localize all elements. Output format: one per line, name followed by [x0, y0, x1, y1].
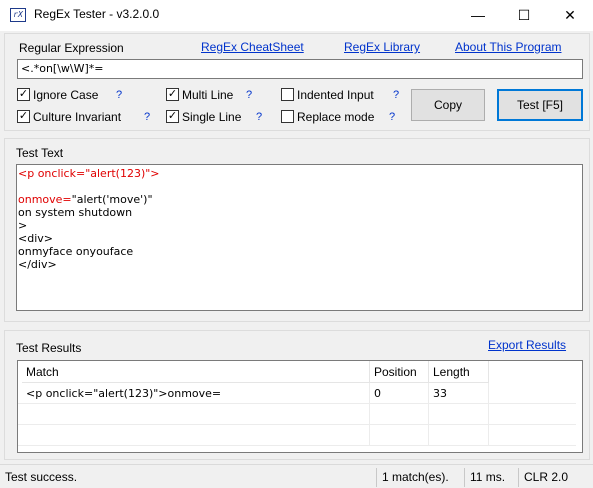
column-header-length[interactable]: Length [429, 361, 489, 383]
highlighted-match: onmove= [18, 193, 72, 206]
culture-invariant-label: Culture Invariant [33, 110, 122, 124]
column-header-position[interactable]: Position [370, 361, 429, 383]
position-cell: 0 [370, 383, 429, 404]
test-text-line [18, 180, 581, 193]
about-program-link[interactable]: About This Program [455, 40, 562, 54]
indented-input-checkbox[interactable] [281, 88, 294, 101]
test-text-line: onmyface onyouface [18, 245, 134, 258]
status-clr-version: CLR 2.0 [518, 468, 580, 487]
table-row-empty [18, 404, 576, 425]
empty-cell [370, 425, 429, 446]
test-text-line: <div> [18, 232, 53, 245]
test-text-area[interactable]: <p onclick="alert(123)"> onmove="alert('… [16, 164, 583, 311]
test-text-line: </div> [18, 258, 57, 271]
match-cell: <p onclick="alert(123)">onmove= [22, 383, 370, 404]
title-bar: rX RegEx Tester - v3.2.0.0 — ☐ ✕ [0, 0, 593, 31]
test-results-group: Test Results Export Results Match Positi… [4, 330, 590, 460]
empty-cell [429, 404, 489, 425]
empty-cell [429, 425, 489, 446]
culture-invariant-help-icon[interactable]: ? [144, 111, 150, 123]
replace-mode-checkbox[interactable] [281, 110, 294, 123]
empty-cell [22, 404, 370, 425]
length-cell: 33 [429, 383, 489, 404]
multi-line-checkbox[interactable]: ✓ [166, 88, 179, 101]
multi-line-help-icon[interactable]: ? [246, 89, 252, 101]
maximize-button[interactable]: ☐ [501, 0, 547, 31]
empty-cell [22, 425, 370, 446]
copy-button[interactable]: Copy [411, 89, 485, 121]
single-line-help-icon[interactable]: ? [256, 111, 262, 123]
test-button[interactable]: Test [F5] [497, 89, 583, 121]
status-bar: Test success. 1 match(es). 11 ms. CLR 2.… [0, 464, 593, 488]
test-text-segment: "alert('move')" [71, 193, 153, 206]
export-results-link[interactable]: Export Results [488, 338, 566, 352]
test-text-line: on system shutdown [18, 206, 133, 219]
test-text-line: onmove="alert('move')" [18, 193, 581, 206]
status-time: 11 ms. [464, 468, 518, 487]
test-text-group: Test Text <p onclick="alert(123)"> onmov… [4, 138, 590, 322]
minimize-button[interactable]: — [455, 0, 501, 31]
app-icon: rX [10, 8, 26, 22]
regex-library-link[interactable]: RegEx Library [344, 40, 420, 54]
status-match-count: 1 match(es). [376, 468, 464, 487]
ignore-case-label: Ignore Case [33, 88, 99, 102]
single-line-checkbox[interactable]: ✓ [166, 110, 179, 123]
results-table: Match Position Length <p onclick="alert(… [17, 360, 583, 453]
regex-label: Regular Expression [19, 41, 124, 55]
regex-pattern-input[interactable]: <.*on[\w\W]*= [17, 59, 583, 79]
ignore-case-checkbox[interactable]: ✓ [17, 88, 30, 101]
ignore-case-help-icon[interactable]: ? [116, 89, 122, 101]
indented-input-label: Indented Input [297, 88, 374, 102]
test-text-label: Test Text [16, 146, 64, 160]
multi-line-label: Multi Line [182, 88, 234, 102]
close-button[interactable]: ✕ [547, 0, 593, 31]
single-line-label: Single Line [182, 110, 242, 124]
window-title: RegEx Tester - v3.2.0.0 [34, 7, 160, 21]
replace-mode-label: Replace mode [297, 110, 375, 124]
regex-cheatsheet-link[interactable]: RegEx CheatSheet [201, 40, 304, 54]
test-results-label: Test Results [16, 341, 82, 355]
status-message: Test success. [5, 470, 78, 484]
table-row-empty [18, 425, 576, 446]
column-header-match[interactable]: Match [22, 361, 370, 383]
indented-input-help-icon[interactable]: ? [393, 89, 399, 101]
replace-mode-help-icon[interactable]: ? [389, 111, 395, 123]
test-text-line: <p onclick="alert(123)"> [18, 167, 160, 180]
culture-invariant-checkbox[interactable]: ✓ [17, 110, 30, 123]
empty-cell [370, 404, 429, 425]
regex-group: Regular Expression RegEx CheatSheet RegE… [4, 33, 590, 131]
table-row[interactable]: <p onclick="alert(123)">onmove= 0 33 [18, 383, 576, 404]
test-text-line: > [18, 219, 28, 232]
